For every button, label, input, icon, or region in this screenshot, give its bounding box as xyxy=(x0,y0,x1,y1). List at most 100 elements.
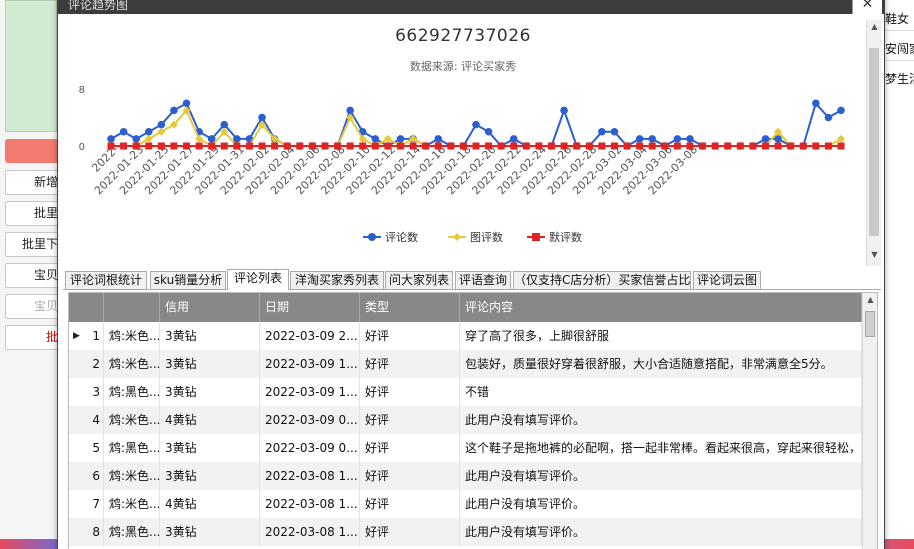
row-number[interactable]: 3 xyxy=(69,378,104,406)
chart-scrollbar[interactable]: ▲ ▼ xyxy=(866,20,881,266)
tab-sku-sales[interactable]: sku销量分析 xyxy=(150,271,226,289)
cell-credit[interactable]: 4黄钻 xyxy=(160,490,260,518)
cell-credit[interactable]: 3黄钻 xyxy=(160,378,260,406)
background-batch-down-button[interactable]: 批里下 xyxy=(5,232,61,257)
table-row[interactable]: 6 鸩:米色... 3黄钻 2022-03-08 1... 好评 此用户没有填写评价。 xyxy=(69,462,862,490)
column-header-credit[interactable]: 信用 xyxy=(160,293,260,322)
scroll-thumb[interactable] xyxy=(869,48,879,236)
cell-date[interactable]: 2022-03-09 0... xyxy=(260,406,360,434)
scroll-thumb[interactable] xyxy=(865,311,875,337)
background-item-button-disabled[interactable]: 宝贝 xyxy=(5,294,61,319)
cell-content[interactable]: 包装好，质量很好穿着很舒服，大小合适随意搭配，非常满意全5分。 xyxy=(460,350,862,378)
data-point xyxy=(497,142,505,150)
cell-content[interactable]: 此用户没有填写评价。 xyxy=(460,462,862,490)
cell-date[interactable]: 2022-03-08 1... xyxy=(260,518,360,546)
tab-buyer-credit[interactable]: （仅支持C店分析）买家信誉占比 xyxy=(513,271,691,289)
close-icon[interactable]: ✕ xyxy=(852,0,882,14)
column-header-type[interactable]: 类型 xyxy=(360,293,460,322)
table-row[interactable]: 3 鸩:黑色... 3黄钻 2022-03-09 1... 好评 不错 xyxy=(69,378,862,406)
cell-type[interactable]: 好评 xyxy=(360,490,460,518)
cell-sku[interactable]: 鸩:米色... xyxy=(104,462,160,490)
row-number[interactable]: 7 xyxy=(69,490,104,518)
background-add-button[interactable]: 新增 xyxy=(5,170,61,195)
data-point xyxy=(296,142,304,150)
tab-buyer-show-list[interactable]: 洋淘买家秀列表 xyxy=(290,271,384,289)
cell-content[interactable]: 这个鞋子是拖地裤的必配啊，搭一起非常棒。看起来很高，穿起来很轻松， xyxy=(460,434,862,462)
cell-type[interactable]: 好评 xyxy=(360,518,460,546)
cell-date[interactable]: 2022-03-08 1... xyxy=(260,462,360,490)
cell-content[interactable]: 不错 xyxy=(460,378,862,406)
cell-content[interactable]: 此用户没有填写评价。 xyxy=(460,406,862,434)
cell-credit[interactable]: 3黄钻 xyxy=(160,322,260,350)
window-title: 评论趋势图 xyxy=(68,0,129,12)
table-row[interactable]: 5 鸩:黑色... 3黄钻 2022-03-09 0... 好评 这个鞋子是拖地裤的必配啊… xyxy=(69,434,862,462)
tab-review-query[interactable]: 评语查询 xyxy=(455,271,511,289)
window-titlebar[interactable]: 评论趋势图 ✕ xyxy=(58,0,884,14)
cell-date[interactable]: 2022-03-09 1... xyxy=(260,350,360,378)
row-number[interactable]: 2 xyxy=(69,350,104,378)
review-table: 信用 日期 类型 评论内容 ▶ 1 鸩:米色... 3黄钻 2022-03-09 2..… xyxy=(68,292,878,549)
data-point xyxy=(824,142,832,150)
row-number[interactable]: 5 xyxy=(69,434,104,462)
cell-type[interactable]: 好评 xyxy=(360,350,460,378)
cell-date[interactable]: 2022-03-09 1... xyxy=(260,378,360,406)
cell-sku[interactable]: 鸩:米色... xyxy=(104,322,160,350)
data-point xyxy=(560,142,568,150)
cell-credit[interactable]: 4黄钻 xyxy=(160,406,260,434)
data-point xyxy=(837,142,845,150)
column-header-sku[interactable] xyxy=(104,293,160,322)
cell-date[interactable]: 2022-03-08 1... xyxy=(260,490,360,518)
cell-type[interactable]: 好评 xyxy=(360,462,460,490)
row-number[interactable]: 4 xyxy=(69,406,104,434)
background-batch-button[interactable]: 批里 xyxy=(5,201,61,226)
column-header-content[interactable]: 评论内容 xyxy=(460,293,862,322)
data-point xyxy=(170,142,178,150)
column-header-date[interactable]: 日期 xyxy=(260,293,360,322)
cell-credit[interactable]: 3黄钻 xyxy=(160,518,260,546)
row-number[interactable]: 8 xyxy=(69,518,104,546)
scroll-up-icon[interactable]: ▲ xyxy=(867,22,882,31)
cell-sku[interactable]: 鸩:黑色... xyxy=(104,378,160,406)
tab-review-list[interactable]: 评论列表 xyxy=(227,269,289,290)
row-number-label: 5 xyxy=(92,441,100,455)
cell-date[interactable]: 2022-03-09 0... xyxy=(260,434,360,462)
cell-credit[interactable]: 3黄钻 xyxy=(160,350,260,378)
cell-sku[interactable]: 鸩:黑色... xyxy=(104,518,160,546)
table-row[interactable]: 7 鸩:米色... 4黄钻 2022-03-08 1... 好评 此用户没有填写评价。 xyxy=(69,490,862,518)
cell-date[interactable]: 2022-03-09 2... xyxy=(260,322,360,350)
cell-credit[interactable]: 3黄钻 xyxy=(160,462,260,490)
cell-sku[interactable]: 鸩:米色... xyxy=(104,406,160,434)
data-point xyxy=(183,142,191,150)
table-row[interactable]: 4 鸩:米色... 4黄钻 2022-03-09 0... 好评 此用户没有填写评价。 xyxy=(69,406,862,434)
cell-content[interactable]: 穿了高了很多，上脚很舒服 xyxy=(460,322,862,350)
cell-sku[interactable]: 鸩:米色... xyxy=(104,350,160,378)
table-row[interactable]: 2 鸩:米色... 3黄钻 2022-03-09 1... 好评 包装好，质量很好穿着很舒… xyxy=(69,350,862,378)
tab-word-cloud[interactable]: 评论词云图 xyxy=(693,271,761,289)
background-batch-red-button[interactable]: 批 xyxy=(5,325,61,350)
data-point xyxy=(258,113,266,122)
cell-sku[interactable]: 鸩:黑色... xyxy=(104,434,160,462)
cell-type[interactable]: 好评 xyxy=(360,378,460,406)
table-row[interactable]: ▶ 1 鸩:米色... 3黄钻 2022-03-09 2... 好评 穿了高了很多，上脚很舒… xyxy=(69,322,862,350)
cell-content[interactable]: 此用户没有填写评价。 xyxy=(460,518,862,546)
background-red-button[interactable] xyxy=(5,139,61,163)
cell-credit[interactable]: 3黄钻 xyxy=(160,434,260,462)
row-number[interactable]: 6 xyxy=(69,462,104,490)
tab-word-root-stats[interactable]: 评论词根统计 xyxy=(65,271,147,289)
data-point xyxy=(510,142,518,150)
table-scrollbar[interactable]: ▲ xyxy=(862,293,877,549)
background-item-button[interactable]: 宝贝 xyxy=(5,263,61,288)
cell-content[interactable]: 此用户没有填写评价。 xyxy=(460,490,862,518)
row-number[interactable]: ▶ 1 xyxy=(69,322,104,350)
scroll-up-icon[interactable]: ▲ xyxy=(863,295,877,304)
cell-type[interactable]: 好评 xyxy=(360,406,460,434)
data-point xyxy=(182,99,191,108)
scroll-down-icon[interactable]: ▼ xyxy=(867,250,882,259)
data-point xyxy=(598,127,606,136)
table-row[interactable]: 8 鸩:黑色... 3黄钻 2022-03-08 1... 好评 此用户没有填写评价。 xyxy=(69,518,862,546)
cell-sku[interactable]: 鸩:米色... xyxy=(104,490,160,518)
cell-type[interactable]: 好评 xyxy=(360,322,460,350)
data-point xyxy=(271,142,279,150)
tab-ask-everyone[interactable]: 问大家列表 xyxy=(385,271,453,289)
cell-type[interactable]: 好评 xyxy=(360,434,460,462)
